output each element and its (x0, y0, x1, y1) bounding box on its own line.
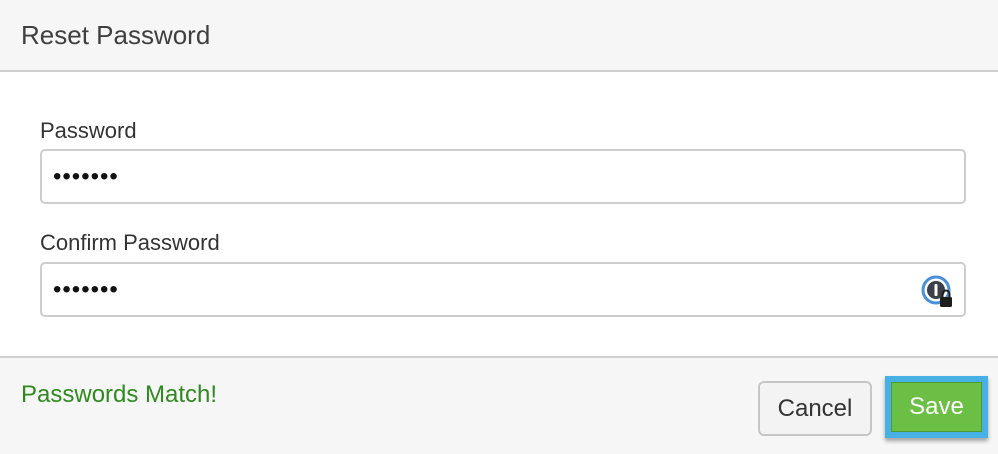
dialog-header: Reset Password (0, 0, 998, 72)
confirm-password-label: Confirm Password (40, 230, 220, 255)
cancel-button[interactable]: Cancel (758, 381, 872, 436)
save-button[interactable]: Save (891, 382, 982, 432)
confirm-password-value: ••••••• (53, 276, 119, 303)
password-field[interactable]: ••••••• (40, 149, 966, 204)
dialog-title: Reset Password (21, 20, 211, 50)
password-manager-icon[interactable] (921, 275, 955, 309)
password-label: Password (40, 118, 137, 143)
reset-password-dialog: Reset Password Password ••••••• Confirm … (0, 0, 998, 454)
password-value: ••••••• (53, 163, 119, 190)
dialog-body: Password ••••••• Confirm Password ••••••… (0, 72, 998, 356)
password-match-status: Passwords Match! (21, 381, 218, 408)
confirm-password-field[interactable]: ••••••• (40, 262, 966, 317)
dialog-footer: Passwords Match! Cancel Save (0, 356, 998, 454)
save-button-focus-ring: Save (885, 376, 988, 438)
